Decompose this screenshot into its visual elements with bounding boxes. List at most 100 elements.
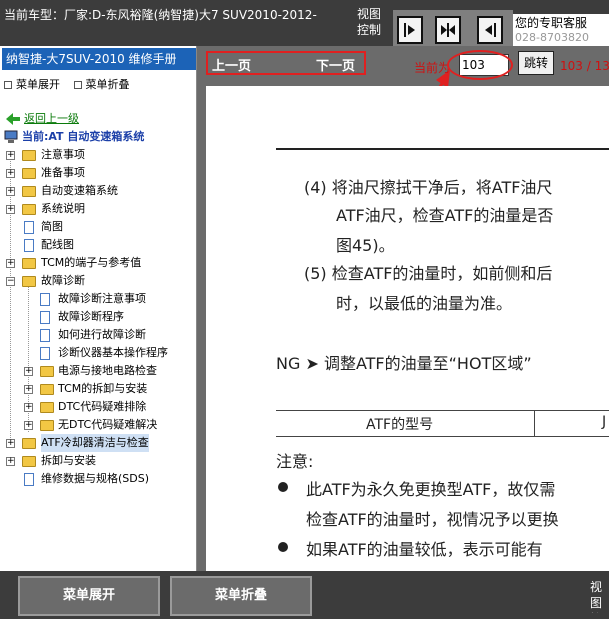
folder-icon (22, 258, 36, 269)
bottom-view-control-text: 视图控制 (590, 580, 603, 613)
expand-toggle-icon[interactable]: + (6, 259, 15, 268)
view-nav-strip (393, 10, 513, 46)
expand-toggle-icon[interactable]: + (24, 385, 33, 394)
folder-icon (22, 168, 36, 179)
note-title: 注意: (276, 452, 314, 471)
view-control-text: 视图控制 (357, 7, 382, 37)
top-bar: 当前车型：厂家:D-东风裕隆(纳智捷)大7 SUV2010-2012- 视图控制… (0, 0, 609, 46)
tree-item-label: 系统说明 (41, 202, 85, 215)
bottom-view-control: 视图控制 (590, 579, 609, 613)
bottom-bar: 菜单展开 菜单折叠 视图控制 (0, 571, 609, 619)
doc-line: 时，以最低的油量为准。 (336, 294, 513, 313)
expand-toggle-icon[interactable]: + (6, 169, 15, 178)
folder-icon (40, 366, 54, 377)
folder-icon (22, 186, 36, 197)
prev-page-link[interactable]: 上一页 (212, 55, 251, 74)
folder-icon (22, 438, 36, 449)
expand-toggle-icon[interactable]: + (24, 421, 33, 430)
open-folder-icon (22, 276, 36, 287)
tree-item-label: 简图 (41, 220, 63, 233)
ng-line: NG ➤ 调整ATF的油量至“HOT区域” (276, 354, 532, 373)
expand-menu-button[interactable]: 菜单展开 (18, 576, 160, 616)
document-icon (40, 293, 50, 306)
document-icon (24, 221, 34, 234)
tree-item-label: 无DTC代码疑难解决 (58, 418, 158, 431)
doc-line: (4) 将油尺擦拭干净后，将ATF油尺 (304, 178, 553, 197)
folder-icon (40, 402, 54, 413)
expand-toggle-icon[interactable]: + (24, 367, 33, 376)
contact-phone: 028-8703820 (515, 31, 589, 44)
tree-item-label: 自动变速箱系统 (41, 184, 118, 197)
bullet-icon (278, 482, 288, 492)
collapse-icon (73, 81, 82, 89)
view-control-label: 视图控制 (357, 6, 383, 38)
tree-item-label: TCM的拆卸与安装 (58, 382, 148, 395)
tree-item-label: 故障诊断 (41, 274, 85, 287)
expand-toggle-icon[interactable]: + (6, 187, 15, 196)
table-header: ATF的型号 (366, 417, 434, 433)
folder-icon (40, 384, 54, 395)
page-navigation-box: 上一页 下一页 (206, 51, 366, 75)
expand-all-label: 菜单展开 (16, 78, 60, 91)
computer-icon (4, 130, 18, 143)
table-bottom-rule (276, 436, 609, 437)
view-right-button[interactable] (397, 16, 423, 44)
tree-item-label: TCM的端子与参考值 (41, 256, 142, 269)
tree-item-label: 电源与接地电路检查 (58, 364, 157, 377)
doc-line: (5) 检查ATF的油量时，如前侧和后 (304, 264, 553, 283)
expand-icon (4, 81, 12, 89)
collapse-toggle-icon[interactable]: − (6, 277, 15, 286)
tree-item-label: 注意事项 (41, 148, 85, 161)
collapse-all-label: 菜单折叠 (85, 78, 130, 91)
sidebar: 纳智捷-大7SUV-2010 维修手册 菜单展开 菜单折叠 返回上一级 当前:A… (0, 46, 197, 571)
collapse-all-link[interactable]: 菜单折叠 (73, 78, 130, 91)
document-icon (40, 329, 50, 342)
next-page-link[interactable]: 下一页 (316, 55, 355, 74)
back-link[interactable]: 返回上一级 (24, 110, 79, 128)
tree-item-label: 故障诊断程序 (58, 310, 124, 323)
current-page-label: 当前为 (414, 61, 451, 75)
document-page: (4) 将油尺擦拭干净后，将ATF油尺 ATF油尺，检查ATF的油量是否 图45… (206, 86, 609, 571)
page-count: 103 / 138 (560, 59, 609, 73)
customer-service-box: 您的专职客服 028-8703820 (513, 14, 609, 46)
folder-icon (22, 456, 36, 467)
document-icon (24, 239, 34, 252)
top-rule (276, 148, 609, 150)
tree-item-label: 诊断仪器基本操作程序 (58, 346, 168, 359)
tree-item-label: 拆卸与安装 (41, 454, 96, 467)
tree-item-label: 如何进行故障诊断 (58, 328, 146, 341)
bullet-icon (278, 542, 288, 552)
note-line: 此ATF为永久免更换型ATF，故仅需 (306, 480, 556, 499)
tree-item-label: ATF冷却器清洁与检查 (41, 434, 149, 452)
main-pane: 上一页 下一页 当前为 跳转 103 / 138 (4) 将油尺擦拭干净后，将A… (198, 46, 609, 571)
view-left-button[interactable] (477, 16, 503, 44)
table-header: J (602, 414, 607, 430)
folder-icon (22, 204, 36, 215)
collapse-menu-button[interactable]: 菜单折叠 (170, 576, 312, 616)
contact-text: 您的专职客服 (515, 16, 588, 30)
expand-toggle-icon[interactable]: + (6, 151, 15, 160)
expand-toggle-icon[interactable]: + (6, 205, 15, 214)
side-actions: 菜单展开 菜单折叠 (4, 76, 140, 92)
doc-line: ATF油尺，检查ATF的油量是否 (336, 206, 554, 225)
expand-all-link[interactable]: 菜单展开 (4, 78, 60, 91)
tree-item-label: DTC代码疑难排除 (58, 400, 147, 413)
jump-button[interactable]: 跳转 (518, 51, 554, 75)
split-arrows-icon (441, 23, 455, 37)
document-icon (40, 311, 50, 324)
tree-item-label: 维修数据与规格(SDS) (41, 472, 150, 485)
expand-toggle-icon[interactable]: + (24, 403, 33, 412)
manual-title: 纳智捷-大7SUV-2010 维修手册 (2, 48, 196, 70)
annotation-circle (447, 50, 513, 80)
tree-item-label: 故障诊断注意事项 (58, 292, 146, 305)
doc-line: 图45)。 (336, 236, 395, 255)
table-divider (534, 410, 535, 436)
folder-icon (22, 150, 36, 161)
vehicle-title: 当前车型：厂家:D-东风裕隆(纳智捷)大7 SUV2010-2012- (4, 8, 317, 22)
arrow-left-bar-icon (485, 23, 496, 37)
expand-toggle-icon[interactable]: + (6, 457, 15, 466)
expand-toggle-icon[interactable]: + (6, 439, 15, 448)
note-line: 检查ATF的油量时，视情况予以更换 (306, 510, 559, 529)
view-split-button[interactable] (435, 16, 461, 44)
note-line: 如果ATF的油量较低，表示可能有 (306, 540, 543, 559)
